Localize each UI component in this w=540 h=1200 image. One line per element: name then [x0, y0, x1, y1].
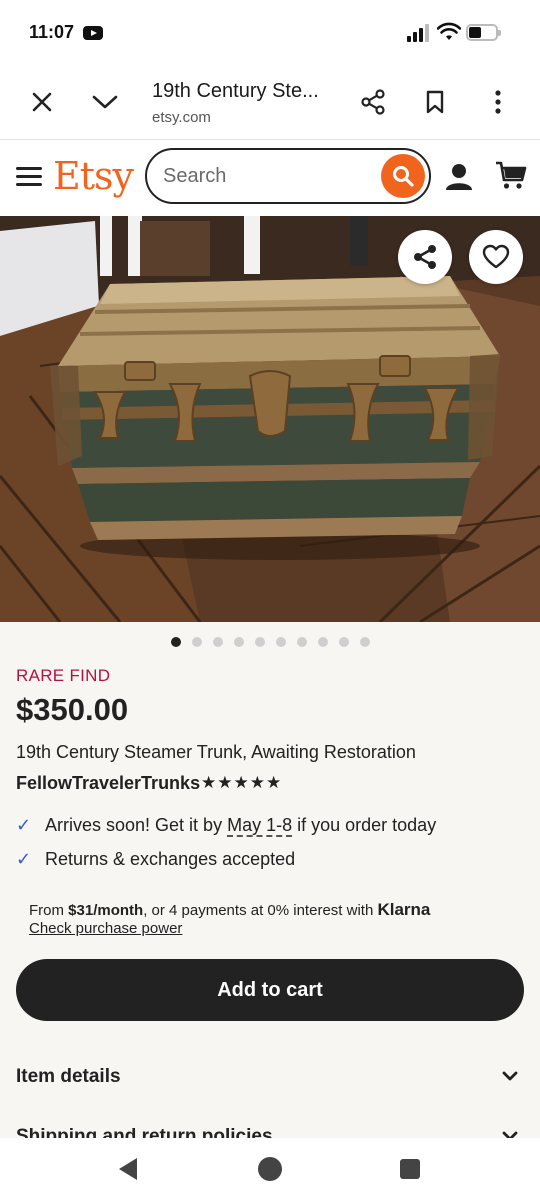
cart-icon[interactable] — [494, 158, 528, 192]
recent-apps-icon[interactable] — [400, 1159, 420, 1179]
rating-stars[interactable]: ★★★★★ — [201, 773, 282, 793]
returns-info: ✓ Returns & exchanges accepted — [16, 849, 295, 870]
carousel-dot[interactable] — [213, 637, 223, 647]
carousel-dot[interactable] — [255, 637, 265, 647]
delivery-date[interactable]: May 1-8 — [227, 815, 293, 837]
youtube-notification-icon — [83, 26, 103, 40]
add-to-cart-button[interactable]: Add to cart — [16, 959, 524, 1021]
klarna-from: From — [29, 902, 69, 919]
product-title: 19th Century Steamer Trunk, Awaiting Res… — [16, 742, 416, 762]
item-details-label: Item details — [16, 1066, 121, 1087]
carousel-dot[interactable] — [171, 637, 181, 647]
status-bar: 11:07 — [0, 0, 540, 64]
user-account-icon[interactable] — [442, 160, 476, 194]
search-bar — [145, 148, 431, 204]
shop-name-link[interactable]: FellowTravelerTrunks — [16, 773, 200, 794]
carousel-dot[interactable] — [276, 637, 286, 647]
chevron-down-icon[interactable] — [85, 82, 125, 122]
more-options-icon[interactable] — [478, 82, 518, 122]
share-icon[interactable] — [353, 82, 393, 122]
klarna-financing: From $31/month, or 4 payments at 0% inte… — [29, 900, 430, 920]
browser-url: etsy.com — [152, 109, 211, 126]
delivery-prefix: Arrives soon! Get it by — [45, 815, 228, 835]
browser-page-title: 19th Century Ste... — [152, 80, 319, 102]
search-input[interactable] — [163, 162, 363, 190]
image-carousel-dots — [0, 634, 540, 650]
system-navigation-bar — [0, 1138, 540, 1200]
delivery-estimate: ✓ Arrives soon! Get it by May 1-8 if you … — [16, 815, 437, 837]
home-icon[interactable] — [258, 1157, 282, 1181]
search-button[interactable] — [381, 154, 425, 198]
steamer-trunk-photo — [0, 216, 540, 622]
chevron-down-icon — [502, 1071, 518, 1081]
delivery-suffix: if you order today — [292, 815, 437, 835]
heart-icon — [482, 244, 510, 269]
status-time: 11:07 — [29, 22, 75, 42]
checkmark-icon: ✓ — [16, 815, 32, 835]
carousel-dot[interactable] — [192, 637, 202, 647]
back-icon[interactable] — [119, 1158, 137, 1180]
etsy-logo[interactable]: Etsy — [53, 154, 134, 198]
carousel-dot[interactable] — [297, 637, 307, 647]
check-purchase-power-link[interactable]: Check purchase power — [29, 920, 182, 937]
rare-find-badge: RARE FIND — [16, 666, 111, 685]
carousel-dot[interactable] — [360, 637, 370, 647]
share-image-button[interactable] — [398, 230, 452, 284]
wifi-icon — [437, 22, 461, 40]
search-icon — [393, 166, 414, 187]
carousel-dot[interactable] — [339, 637, 349, 647]
bookmark-icon[interactable] — [415, 82, 455, 122]
carousel-dot[interactable] — [234, 637, 244, 647]
product-price: $350.00 — [16, 692, 129, 727]
hamburger-menu-icon[interactable] — [14, 164, 44, 190]
close-icon[interactable] — [22, 82, 62, 122]
battery-icon — [466, 24, 501, 41]
klarna-logo: Klarna — [377, 900, 431, 919]
klarna-middle: , or 4 payments at 0% interest with — [143, 902, 378, 919]
checkmark-icon: ✓ — [16, 849, 32, 869]
favorite-button[interactable] — [469, 230, 523, 284]
site-header: Etsy — [0, 140, 540, 216]
item-details-section[interactable]: Item details — [16, 1066, 524, 1096]
signal-icon — [407, 24, 431, 42]
product-image[interactable] — [0, 216, 540, 622]
klarna-amount: $31/month — [68, 902, 144, 919]
carousel-dot[interactable] — [318, 637, 328, 647]
returns-text: Returns & exchanges accepted — [45, 849, 296, 869]
share-icon — [414, 245, 436, 269]
browser-toolbar: 19th Century Ste... etsy.com — [0, 64, 540, 140]
